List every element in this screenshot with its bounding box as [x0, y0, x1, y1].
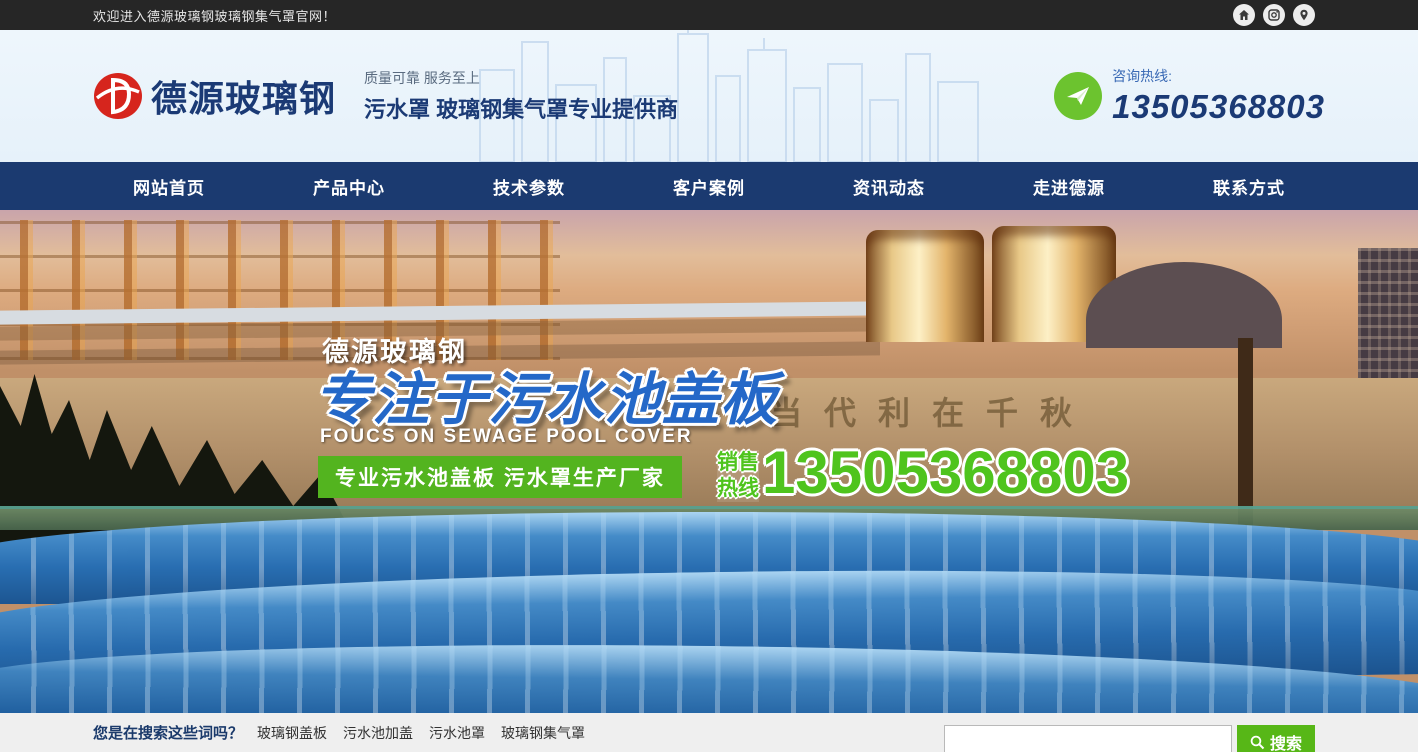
banner-headline: 专注于污水池盖板 — [314, 354, 778, 436]
top-bar: 欢迎进入德源玻璃钢玻璃钢集气罩官网！ — [0, 0, 1418, 30]
nav-item-cases[interactable]: 客户案例 — [619, 162, 799, 210]
search-prompt: 您是在搜索这些词吗？ — [93, 722, 243, 743]
logo[interactable]: 德源玻璃钢 — [93, 70, 336, 122]
magnifier-icon — [1250, 735, 1265, 750]
nav-item-products[interactable]: 产品中心 — [259, 162, 439, 210]
sales-label-bottom: 热线 — [717, 476, 759, 502]
sales-hotline-number: 13505368803 — [762, 438, 1129, 507]
header-hotline: 咨询热线: 13505368803 — [1054, 66, 1325, 126]
nav-item-news[interactable]: 资讯动态 — [799, 162, 979, 210]
keyword-link[interactable]: 污水池罩 — [429, 723, 485, 743]
nav-item-home[interactable]: 网站首页 — [79, 162, 259, 210]
sales-label-top: 销售 — [717, 450, 759, 476]
search-input[interactable] — [944, 725, 1232, 752]
nav-item-about[interactable]: 走进德源 — [979, 162, 1159, 210]
banner-tagline-button[interactable]: 专业污水池盖板 污水罩生产厂家 — [318, 456, 682, 498]
location-icon[interactable] — [1293, 4, 1315, 26]
main-nav: 网站首页 产品中心 技术参数 客户案例 资讯动态 走进德源 联系方式 — [0, 162, 1418, 210]
sales-hotline-label: 销售 热线 — [717, 450, 759, 502]
hotline-number: 13505368803 — [1112, 88, 1325, 126]
keyword-link[interactable]: 污水池加盖 — [343, 723, 413, 743]
social-icons — [1233, 4, 1315, 26]
nav-item-specs[interactable]: 技术参数 — [439, 162, 619, 210]
search-button-label: 搜索 — [1270, 730, 1302, 752]
header-slogan: 质量可靠 服务至上 污水罩 玻璃钢集气罩专业提供商 — [364, 68, 678, 124]
keyword-link[interactable]: 玻璃钢集气罩 — [501, 723, 585, 743]
hero-banner: 当代利在千秋 德源玻璃钢 专注于污水池盖板 FOUCS ON SEWAGE PO… — [0, 210, 1418, 713]
home-icon[interactable] — [1233, 4, 1255, 26]
wall-slogan-text: 当代利在千秋 — [770, 388, 1094, 434]
logo-icon — [93, 72, 143, 120]
site-header: 德源玻璃钢 质量可靠 服务至上 污水罩 玻璃钢集气罩专业提供商 咨询热线: 13… — [0, 30, 1418, 162]
slogan-line2: 污水罩 玻璃钢集气罩专业提供商 — [364, 92, 678, 124]
paper-plane-icon — [1054, 72, 1102, 120]
slogan-line1: 质量可靠 服务至上 — [364, 68, 678, 88]
search-bar: 您是在搜索这些词吗？ 玻璃钢盖板 污水池加盖 污水池罩 玻璃钢集气罩 搜索 — [0, 713, 1418, 752]
company-name: 德源玻璃钢 — [151, 70, 336, 122]
nav-item-contact[interactable]: 联系方式 — [1159, 162, 1339, 210]
hotline-label: 咨询热线: — [1112, 66, 1325, 86]
refinery-towers-art — [0, 220, 560, 360]
banner-subheadline: FOUCS ON SEWAGE POOL COVER — [320, 426, 693, 448]
camera-icon[interactable] — [1263, 4, 1285, 26]
keyword-link[interactable]: 玻璃钢盖板 — [257, 723, 327, 743]
welcome-text: 欢迎进入德源玻璃钢玻璃钢集气罩官网！ — [93, 6, 336, 25]
search-button[interactable]: 搜索 — [1237, 725, 1315, 752]
oil-tank-art — [866, 230, 984, 342]
